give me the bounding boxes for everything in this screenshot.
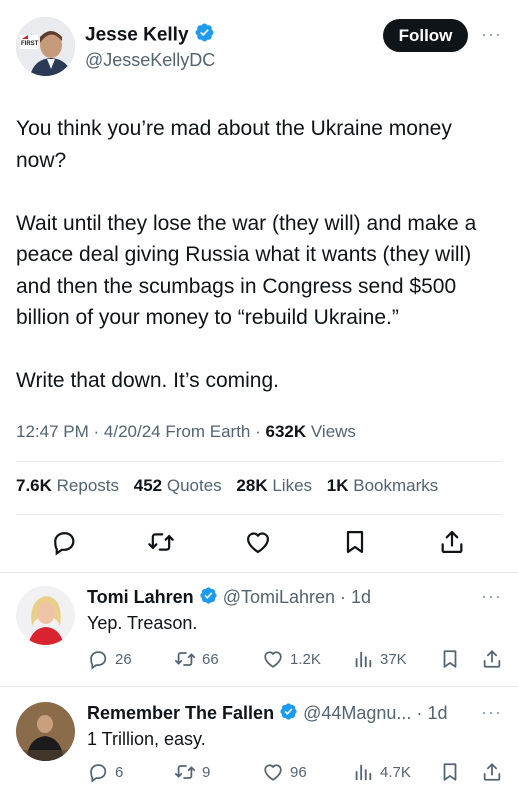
reply-views-button[interactable]: 37K (352, 648, 407, 670)
repost-count: 9 (202, 763, 211, 781)
reply-icon (90, 764, 107, 783)
verified-badge-icon (199, 586, 218, 610)
reply-header: Remember The Fallen @44Magnu... · 1d (87, 702, 447, 726)
reply-item[interactable]: Tomi Lahren @TomiLahren · 1d ··· Yep. Tr… (0, 572, 518, 686)
reply-age[interactable]: 1d (351, 587, 371, 607)
reply-author-handle[interactable]: @44Magnu... (303, 703, 411, 723)
reply-text: 1 Trillion, easy. (87, 729, 206, 749)
share-icon[interactable] (481, 761, 509, 783)
reply-like-button[interactable]: 1.2K (262, 648, 321, 670)
like-count: 96 (290, 763, 307, 781)
reply-author-name[interactable]: Remember The Fallen (87, 703, 274, 723)
view-count: 37K (380, 650, 407, 668)
follow-button[interactable]: Follow (383, 19, 468, 52)
reply-reply-button[interactable]: 26 (87, 648, 132, 670)
reply-icon (90, 651, 107, 670)
tweet-source: From Earth (165, 422, 251, 441)
likes-stat[interactable]: 28K Likes (236, 476, 312, 495)
views-count: 632K (265, 422, 307, 441)
engagement-stats: 7.6K Reposts 452 Quotes 28K Likes 1K Boo… (16, 476, 448, 496)
share-icon[interactable] (481, 648, 509, 670)
reply-action-bar: 6 9 96 4.7K (87, 761, 507, 785)
bookmark-icon[interactable] (439, 761, 467, 783)
divider (16, 514, 502, 515)
tweet-text: You think you’re mad about the Ukraine m… (16, 117, 477, 392)
more-options-icon[interactable]: ··· (481, 586, 502, 607)
repost-count: 66 (202, 650, 219, 668)
tweet-action-bar (0, 528, 518, 560)
repost-icon[interactable] (147, 528, 175, 556)
more-options-icon[interactable]: ··· (481, 702, 502, 723)
tweet-time[interactable]: 12:47 PM (16, 422, 89, 441)
reply-count: 6 (115, 763, 124, 781)
like-icon (264, 651, 282, 668)
reply-header: Tomi Lahren @TomiLahren · 1d (87, 586, 371, 610)
divider (16, 461, 502, 462)
like-icon[interactable] (244, 528, 272, 556)
avatar-badge-text: FIRST (21, 41, 39, 47)
quotes-stat[interactable]: 452 Quotes (134, 476, 222, 495)
more-options-icon[interactable]: ··· (481, 24, 502, 45)
repost-icon (174, 652, 196, 666)
reply-repost-button[interactable]: 66 (174, 648, 219, 670)
reply-action-bar: 26 66 1.2K 37K (87, 648, 507, 672)
reply-like-button[interactable]: 96 (262, 761, 307, 783)
reply-count: 26 (115, 650, 132, 668)
like-count: 1.2K (290, 650, 321, 668)
reply-author-name[interactable]: Tomi Lahren (87, 587, 194, 607)
reply-avatar[interactable] (16, 702, 75, 761)
view-count: 4.7K (380, 763, 411, 781)
verified-badge-icon (279, 702, 298, 726)
views-chart-icon (355, 764, 372, 781)
views-label: Views (310, 422, 356, 441)
reply-icon[interactable] (50, 528, 78, 556)
reposts-stat[interactable]: 7.6K Reposts (16, 476, 119, 495)
tweet-meta: 12:47 PM · 4/20/24 From Earth · 632K Vie… (16, 422, 356, 441)
verified-badge-icon (194, 22, 215, 49)
like-icon (264, 764, 282, 781)
reply-item[interactable]: Remember The Fallen @44Magnu... · 1d ···… (0, 686, 518, 800)
author-avatar[interactable]: FIRST (16, 17, 75, 76)
reply-age[interactable]: 1d (427, 703, 447, 723)
bookmark-icon[interactable] (439, 648, 467, 670)
repost-icon (174, 765, 196, 779)
reply-reply-button[interactable]: 6 (87, 761, 123, 783)
views-chart-icon (355, 651, 372, 668)
bookmark-icon[interactable] (341, 528, 369, 556)
reply-author-handle[interactable]: @TomiLahren (223, 587, 335, 607)
tweet-date[interactable]: 4/20/24 (104, 422, 161, 441)
reply-repost-button[interactable]: 9 (174, 761, 210, 783)
reply-text: Yep. Treason. (87, 613, 198, 633)
reply-avatar[interactable] (16, 586, 75, 645)
author-name[interactable]: Jesse Kelly (85, 25, 189, 46)
author-handle[interactable]: @JesseKellyDC (85, 50, 215, 71)
bookmarks-stat[interactable]: 1K Bookmarks (327, 476, 439, 495)
share-icon[interactable] (438, 528, 466, 556)
reply-views-button[interactable]: 4.7K (352, 761, 411, 783)
